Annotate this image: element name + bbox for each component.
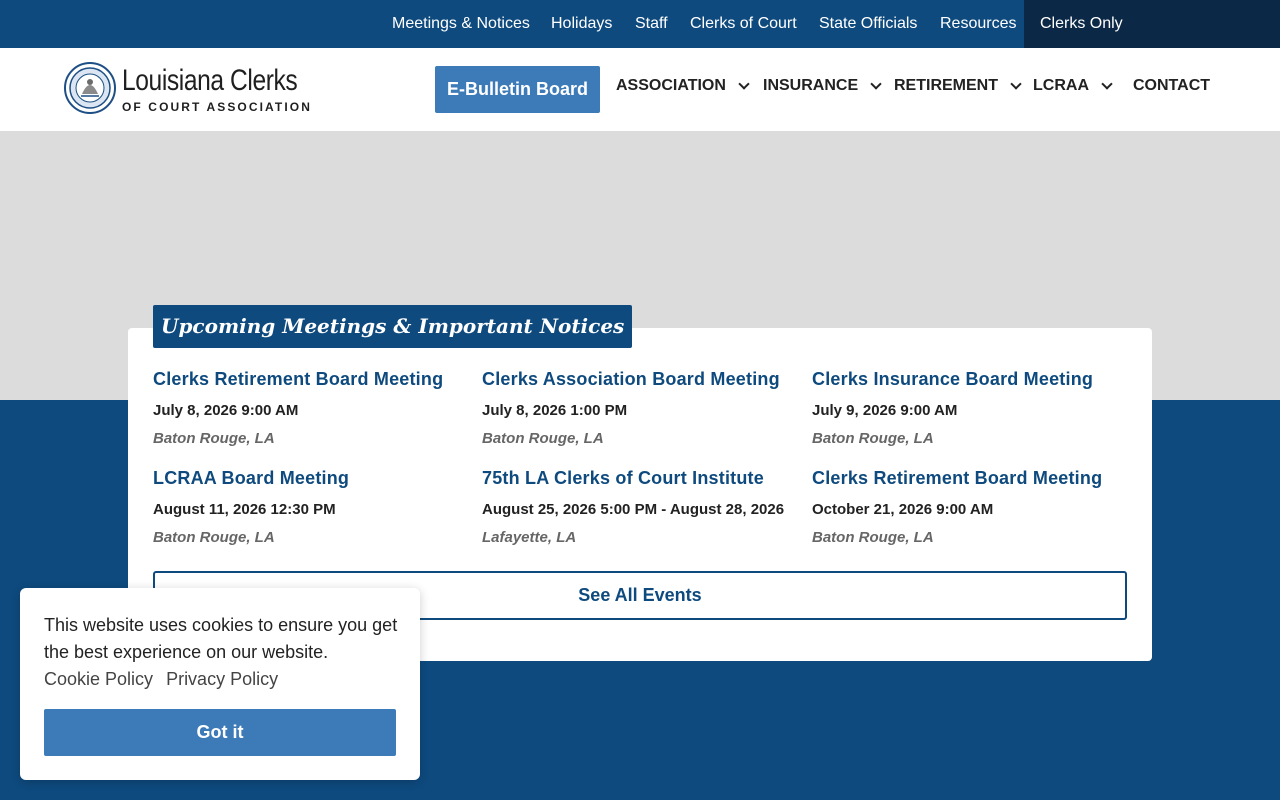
- topbar-link-staff[interactable]: Staff: [635, 0, 668, 48]
- chevron-down-icon: [870, 78, 882, 90]
- e-bulletin-board-button[interactable]: E-Bulletin Board: [435, 66, 600, 113]
- nav-contact[interactable]: CONTACT: [1133, 77, 1210, 95]
- event-title[interactable]: Clerks Retirement Board Meeting: [812, 468, 1132, 489]
- nav-retirement[interactable]: RETIREMENT: [894, 77, 1022, 95]
- topbar-link-meetings[interactable]: Meetings & Notices: [392, 0, 530, 48]
- nav-contact-label: CONTACT: [1133, 77, 1211, 94]
- chevron-down-icon: [1010, 78, 1022, 90]
- event-date: August 11, 2026 12:30 PM: [153, 501, 336, 518]
- event-item: LCRAA Board Meeting August 11, 2026 12:3…: [153, 468, 473, 546]
- event-location: Baton Rouge, LA: [153, 430, 275, 447]
- event-date: July 8, 2026 9:00 AM: [153, 402, 299, 419]
- state-seal-icon: [64, 62, 116, 114]
- event-location: Baton Rouge, LA: [153, 529, 275, 546]
- site-logo[interactable]: Louisiana Clerks OF COURT ASSOCIATION: [64, 62, 324, 116]
- topbar-link-state-officials[interactable]: State Officials: [819, 0, 917, 48]
- logo-subtitle: OF COURT ASSOCIATION: [122, 100, 312, 114]
- event-title[interactable]: Clerks Retirement Board Meeting: [153, 369, 473, 390]
- nav-lcraa[interactable]: LCRAA: [1033, 77, 1113, 95]
- event-location: Lafayette, LA: [482, 529, 577, 546]
- chevron-down-icon: [738, 78, 750, 90]
- nav-retirement-label: RETIREMENT: [894, 77, 998, 94]
- event-location: Baton Rouge, LA: [812, 529, 934, 546]
- topbar-link-holidays[interactable]: Holidays: [551, 0, 612, 48]
- event-title[interactable]: LCRAA Board Meeting: [153, 468, 473, 489]
- event-item: Clerks Insurance Board Meeting July 9, 2…: [812, 369, 1132, 447]
- event-location: Baton Rouge, LA: [812, 430, 934, 447]
- event-date: July 8, 2026 1:00 PM: [482, 402, 628, 419]
- nav-lcraa-label: LCRAA: [1033, 77, 1089, 94]
- event-item: Clerks Association Board Meeting July 8,…: [482, 369, 802, 447]
- event-title[interactable]: Clerks Association Board Meeting: [482, 369, 802, 390]
- topbar-link-clerks-of-court[interactable]: Clerks of Court: [690, 0, 797, 48]
- event-date: July 9, 2026 9:00 AM: [812, 402, 958, 419]
- event-item: Clerks Retirement Board Meeting July 8, …: [153, 369, 473, 447]
- event-item: 75th LA Clerks of Court Institute August…: [482, 468, 802, 546]
- cookie-banner: This website uses cookies to ensure you …: [20, 588, 420, 780]
- nav-insurance[interactable]: INSURANCE: [763, 77, 882, 95]
- cookie-message: This website uses cookies to ensure you …: [44, 615, 398, 662]
- privacy-policy-link[interactable]: Privacy Policy: [166, 669, 278, 689]
- event-date: August 25, 2026 5:00 PM - August 28, 202…: [482, 501, 785, 518]
- nav-insurance-label: INSURANCE: [763, 77, 859, 94]
- events-heading: Upcoming Meetings & Important Notices: [153, 305, 633, 348]
- nav-association-label: ASSOCIATION: [616, 77, 726, 94]
- site-header: Louisiana Clerks OF COURT ASSOCIATION E-…: [0, 48, 1280, 131]
- logo-name: Louisiana Clerks: [122, 64, 298, 97]
- cookie-links: Cookie Policy Privacy Policy: [44, 666, 286, 693]
- event-date: October 21, 2026 9:00 AM: [812, 501, 994, 518]
- nav-association[interactable]: ASSOCIATION: [616, 77, 750, 95]
- event-title[interactable]: 75th LA Clerks of Court Institute: [482, 468, 802, 489]
- cookie-policy-link[interactable]: Cookie Policy: [44, 669, 153, 689]
- event-item: Clerks Retirement Board Meeting October …: [812, 468, 1132, 546]
- cookie-accept-button[interactable]: Got it: [44, 709, 396, 756]
- topbar-link-clerks-only[interactable]: Clerks Only: [1024, 0, 1280, 48]
- event-title[interactable]: Clerks Insurance Board Meeting: [812, 369, 1132, 390]
- chevron-down-icon: [1101, 78, 1113, 90]
- utility-bar: Meetings & Notices Holidays Staff Clerks…: [0, 0, 1280, 48]
- event-location: Baton Rouge, LA: [482, 430, 604, 447]
- topbar-link-resources[interactable]: Resources: [940, 0, 1016, 48]
